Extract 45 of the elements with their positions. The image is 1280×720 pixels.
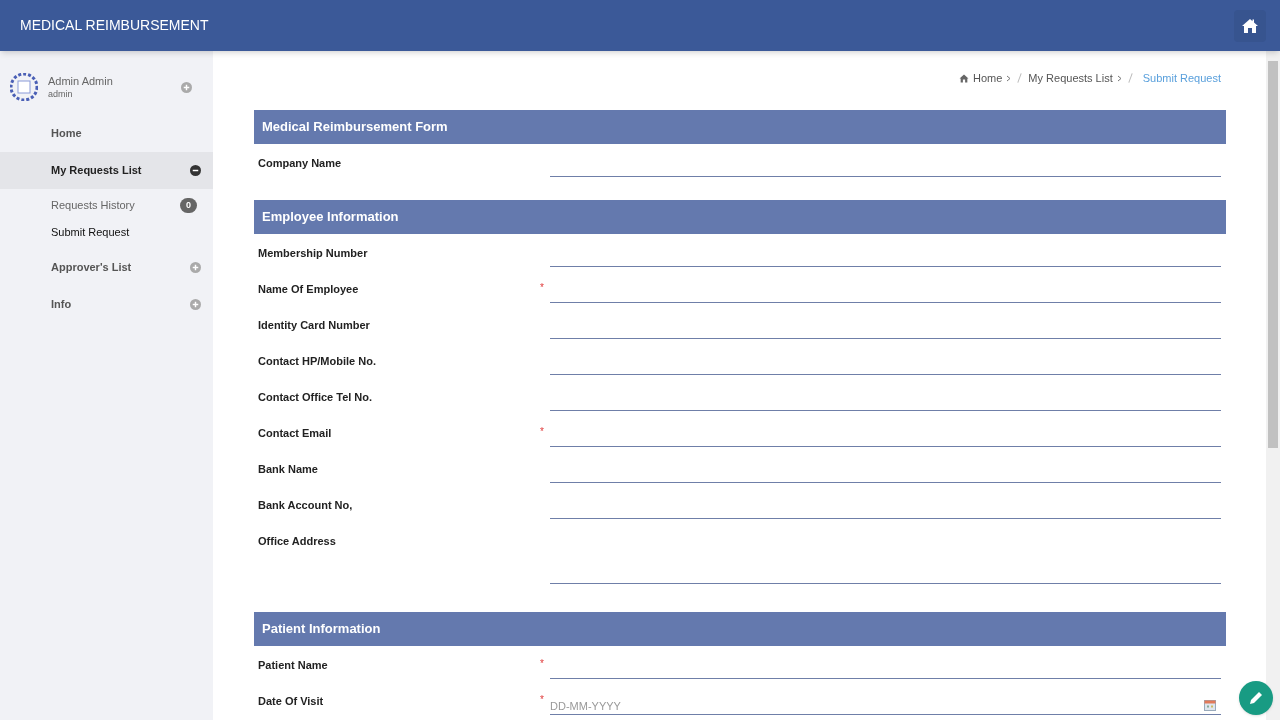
sidebar-item[interactable]: My Requests List: [0, 152, 213, 189]
field-label: Office Address: [258, 534, 337, 548]
required-mark: *: [540, 657, 545, 671]
plus-icon[interactable]: [190, 262, 201, 273]
plus-icon[interactable]: [181, 81, 192, 93]
field-label: Bank Account No,: [258, 498, 354, 512]
pencil-icon: [1248, 690, 1264, 706]
required-mark: *: [540, 693, 545, 707]
field-label: Contact Office Tel No.: [258, 390, 374, 404]
home-button[interactable]: [1234, 9, 1266, 42]
count-badge: 0: [180, 198, 197, 213]
breadcrumb-link[interactable]: Home: [973, 69, 1003, 87]
home-icon: [1241, 17, 1259, 34]
field-label: Membership Number: [258, 246, 369, 260]
avatar-icon: [10, 73, 38, 101]
breadcrumb-link[interactable]: My Requests List: [1028, 69, 1113, 87]
field-label: Bank Name: [258, 462, 319, 476]
field-label: Name Of Employee: [258, 282, 360, 296]
sidebar-item[interactable]: Info: [0, 286, 213, 323]
required-mark: *: [540, 281, 545, 295]
submenu-item[interactable]: Submit Request: [0, 219, 213, 246]
user-name: Admin Admin: [48, 74, 113, 88]
field-label: Patient Name: [258, 658, 329, 672]
plus-icon[interactable]: [190, 299, 201, 310]
field-label: Date Of Visit: [258, 694, 325, 708]
minus-icon[interactable]: [190, 165, 201, 176]
field-label: Contact HP/Mobile No.: [258, 354, 377, 368]
section-header: Patient Information: [254, 612, 1226, 646]
calendar-icon[interactable]: [1204, 699, 1216, 711]
chevron-icon: [1116, 74, 1122, 82]
required-mark: *: [540, 425, 545, 439]
section-header: Employee Information: [254, 200, 1226, 234]
field-label: Identity Card Number: [258, 318, 371, 332]
user-role: admin: [48, 87, 74, 100]
field-label: Company Name: [258, 156, 343, 170]
edit-button[interactable]: [1239, 681, 1273, 715]
field-label: Contact Email: [258, 426, 333, 440]
sidebar-item[interactable]: Approver's List: [0, 249, 213, 286]
sidebar-item[interactable]: Home: [0, 115, 213, 152]
scrollbar[interactable]: [1266, 51, 1280, 720]
app-title: MEDICAL REIMBURSEMENT: [20, 16, 209, 35]
section-header: Medical Reimbursement Form: [254, 110, 1226, 144]
submenu-item[interactable]: Requests History 0: [0, 192, 213, 219]
chevron-icon: [1006, 74, 1012, 82]
home-icon: [959, 73, 969, 83]
